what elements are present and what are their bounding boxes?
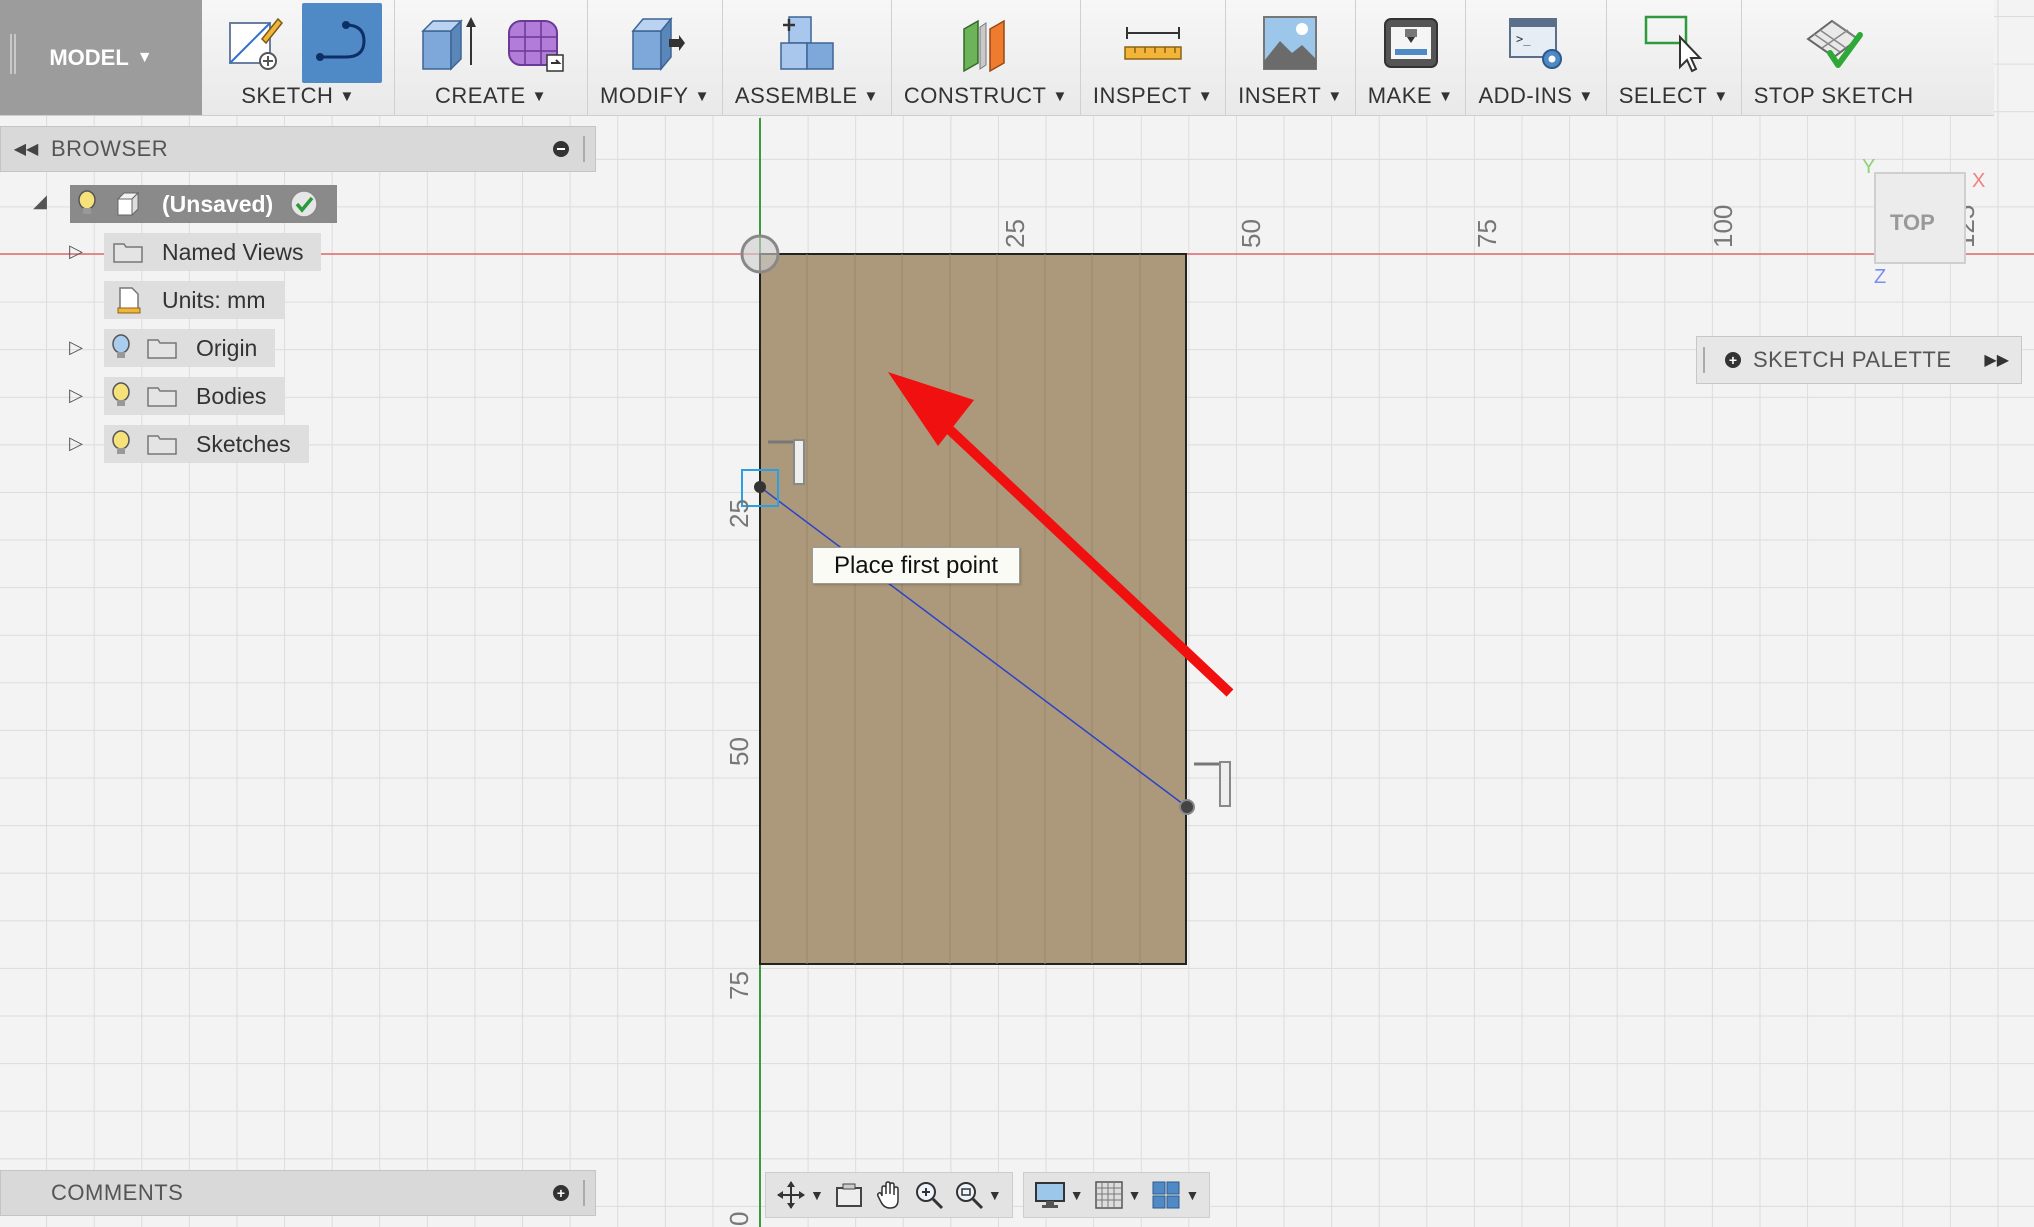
monitor-icon (1034, 1182, 1065, 1208)
sketch-profile (759, 253, 1187, 965)
panel-resize-grip[interactable] (583, 136, 589, 162)
add-comment-button[interactable]: + (553, 1185, 569, 1201)
double-chevron-right-icon[interactable]: ▶▶ (1984, 350, 2009, 370)
viewports-icon (1152, 1181, 1180, 1209)
constraint-glyph-end (1194, 761, 1231, 807)
minimize-panel-button[interactable] (553, 141, 569, 157)
axis-label-y: Y (1862, 156, 1876, 178)
look-at-button[interactable] (834, 1175, 864, 1215)
navigation-bar: ▼ ▼ ▼ ▼ ▼ (765, 1172, 1211, 1218)
folder-icon (138, 336, 186, 360)
browser-root-row[interactable]: ◢ (Unsaved) (30, 185, 338, 223)
folder-icon (138, 384, 186, 408)
active-check-icon[interactable] (289, 189, 319, 219)
expand-triangle-icon[interactable]: ▷ (66, 385, 86, 406)
browser-item-sketches[interactable]: ▷ Sketches (66, 425, 309, 463)
grid-icon (1094, 1181, 1123, 1209)
folder-icon (138, 432, 186, 456)
view-cube[interactable]: TOP (1874, 172, 1966, 264)
view-cube-face-top[interactable]: TOP (1890, 210, 1935, 236)
lightbulb-off-icon[interactable] (104, 334, 138, 362)
units-document-icon (104, 286, 152, 314)
collapse-panel-icon[interactable]: ◀◀ (1, 139, 51, 159)
sketch-palette-panel[interactable]: + SKETCH PALETTE ▶▶ (1696, 336, 2022, 384)
root-component-label: (Unsaved) (162, 190, 274, 217)
chevron-down-icon: ▼ (1069, 1187, 1084, 1203)
nav-group-view: ▼ ▼ (765, 1172, 1013, 1218)
browser-item-label: Named Views (162, 238, 304, 265)
look-at-icon (835, 1183, 862, 1207)
line-end-point (1179, 799, 1195, 815)
zoom-icon (915, 1182, 943, 1210)
display-settings-button[interactable]: ▼ (1034, 1175, 1084, 1215)
browser-item-label: Units: mm (162, 286, 266, 313)
ruler-top-100: 100 (1708, 204, 1738, 248)
place-point-tooltip: Place first point (812, 547, 1020, 584)
ruler-top-50: 50 (1236, 219, 1266, 248)
chevron-down-icon: ▼ (987, 1187, 1002, 1203)
browser-title: BROWSER (51, 136, 169, 161)
zoom-window-icon (955, 1182, 983, 1210)
browser-item-label: Sketches (196, 430, 291, 457)
ruler-left-0: 0 (724, 1211, 754, 1226)
axis-label-z: Z (1874, 266, 1887, 288)
lightbulb-icon[interactable] (70, 190, 104, 218)
component-icon (104, 191, 152, 217)
expand-triangle-icon[interactable]: ▷ (66, 241, 86, 262)
nav-group-display: ▼ ▼ ▼ (1022, 1172, 1211, 1218)
browser-item-origin[interactable]: ▷ Origin (66, 329, 276, 367)
origin-point (740, 234, 780, 274)
chevron-down-icon: ▼ (810, 1187, 824, 1203)
root-component[interactable]: (Unsaved) (70, 185, 338, 223)
axis-label-x: X (1972, 170, 1986, 192)
orbit-button[interactable]: ▼ (776, 1175, 824, 1215)
expand-triangle-icon[interactable]: ▷ (66, 337, 86, 358)
ruler-top-75: 75 (1472, 219, 1502, 248)
comments-panel-header: COMMENTS + (0, 1170, 596, 1216)
ruler-top-25: 25 (1000, 219, 1030, 248)
ruler-left-50: 50 (724, 737, 754, 766)
grid-settings-button[interactable]: ▼ (1094, 1175, 1142, 1215)
folder-icon (104, 240, 152, 264)
browser-item-units[interactable]: Units: mm (104, 281, 284, 319)
chevron-down-icon: ▼ (1127, 1187, 1142, 1203)
sketch-palette-title: SKETCH PALETTE (1753, 347, 1952, 372)
expand-triangle-icon[interactable]: ▷ (66, 433, 86, 454)
panel-resize-grip[interactable] (583, 1180, 589, 1206)
chevron-down-icon: ▼ (1185, 1187, 1200, 1203)
browser-item-bodies[interactable]: ▷ Bodies (66, 377, 285, 415)
ruler-left-25: 25 (724, 499, 754, 528)
zoom-button[interactable] (914, 1175, 944, 1215)
fit-button[interactable]: ▼ (954, 1175, 1002, 1215)
browser-panel-header: ◀◀ BROWSER (0, 126, 596, 172)
pan-button[interactable] (874, 1175, 904, 1215)
browser-item-named-views[interactable]: ▷ Named Views (66, 233, 322, 271)
lightbulb-icon[interactable] (104, 382, 138, 410)
hand-icon (876, 1181, 899, 1209)
lightbulb-icon[interactable] (104, 430, 138, 458)
expanded-triangle-icon[interactable]: ◢ (30, 191, 50, 212)
palette-grip[interactable] (1703, 347, 1709, 373)
browser-item-label: Origin (196, 334, 258, 361)
viewports-button[interactable]: ▼ (1151, 1175, 1199, 1215)
ruler-left-75: 75 (724, 971, 754, 1000)
comments-title: COMMENTS (51, 1180, 184, 1205)
browser-item-label: Bodies (196, 382, 267, 409)
line-start-point (754, 481, 766, 493)
palette-expand-icon[interactable]: + (1725, 352, 1741, 368)
orbit-icon (777, 1181, 805, 1209)
